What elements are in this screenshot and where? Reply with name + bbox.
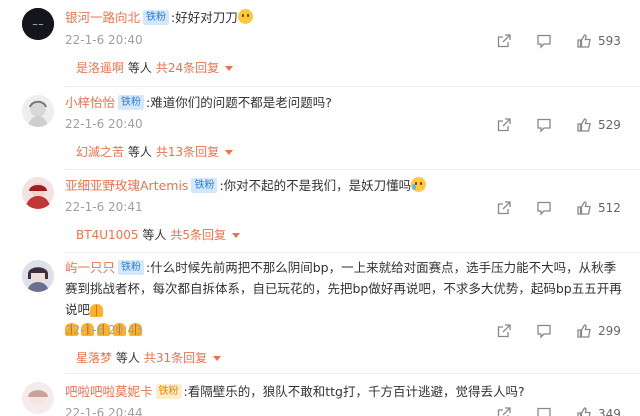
comment-text: 好好对刀刀: [175, 10, 238, 25]
comment-icon[interactable]: [536, 406, 552, 416]
share-icon[interactable]: [496, 200, 512, 216]
like-icon[interactable]: [576, 323, 592, 339]
reply-others: 等人: [127, 61, 152, 75]
divider: [65, 373, 640, 374]
comment-text: 你对不起的不是我们，是妖刀懂吗: [223, 178, 412, 193]
fan-badge: 铁粉: [143, 10, 170, 25]
reply-summary[interactable]: 幻滅之苦 等人 共13条回复: [76, 143, 234, 160]
reply-summary[interactable]: 星落梦 等人 共31条回复: [76, 349, 222, 366]
reply-others: 等人: [127, 145, 152, 159]
timestamp: 22-1-6 20:40: [65, 117, 143, 131]
avatar[interactable]: [22, 260, 54, 292]
share-icon[interactable]: [496, 406, 512, 416]
chevron-down-icon[interactable]: [225, 66, 234, 71]
like-count: 593: [598, 34, 621, 48]
pray-emoji-icon: [90, 301, 106, 317]
timestamp: 22-1-6 20:43: [65, 323, 143, 337]
avatar[interactable]: [22, 382, 54, 414]
reply-total[interactable]: 共31条回复: [144, 351, 207, 365]
username[interactable]: 小梓怡怡: [65, 95, 115, 110]
comment-icon[interactable]: [536, 323, 552, 339]
share-icon[interactable]: [496, 33, 512, 49]
comment-icon[interactable]: [536, 200, 552, 216]
divider: [65, 86, 640, 87]
reply-total[interactable]: 共13条回复: [156, 145, 219, 159]
username[interactable]: 亚细亚野玫瑰Artemis: [65, 178, 188, 193]
like-icon[interactable]: [576, 406, 592, 416]
share-icon[interactable]: [496, 323, 512, 339]
username[interactable]: 屿一只只: [65, 260, 115, 275]
reply-summary[interactable]: 是洛遥啊 等人 共24条回复: [76, 59, 234, 76]
comment-icon[interactable]: [536, 33, 552, 49]
reply-username[interactable]: 幻滅之苦: [76, 145, 124, 159]
fan-badge: 铁粉: [118, 260, 145, 275]
comment-icon[interactable]: [536, 117, 552, 133]
crying-emoji-icon: [411, 177, 427, 192]
like-count: 529: [598, 118, 621, 132]
fan-badge: 铁粉: [155, 384, 182, 399]
like-icon[interactable]: [576, 200, 592, 216]
divider: [65, 252, 640, 253]
comment-text: 难道你们的问题不都是老问题吗?: [150, 95, 332, 110]
reply-username[interactable]: 是洛遥啊: [76, 61, 124, 75]
chevron-down-icon[interactable]: [225, 150, 234, 155]
chevron-down-icon[interactable]: [213, 356, 222, 361]
like-count: 299: [598, 324, 621, 338]
timestamp: 22-1-6 20:40: [65, 33, 143, 47]
reply-total[interactable]: 共24条回复: [156, 61, 219, 75]
reply-username[interactable]: BT4U1005: [76, 228, 139, 242]
comment-text: 看隔壁乐的，狼队不敢和ttg打，千方百计逃避，觉得丢人吗?: [187, 384, 525, 399]
username[interactable]: 银河一路向北: [65, 10, 140, 25]
sweat-smile-emoji-icon: [237, 9, 253, 24]
fan-badge: 铁粉: [191, 178, 218, 193]
chevron-down-icon[interactable]: [232, 233, 241, 238]
timestamp: 22-1-6 20:44: [65, 406, 143, 416]
avatar[interactable]: [22, 177, 54, 209]
reply-others: 等人: [142, 228, 167, 242]
reply-summary[interactable]: BT4U1005 等人 共5条回复: [76, 226, 241, 243]
comment-text: 什么时候先前两把不那么阴间bp，一上来就给对面赛点，选手压力能不大吗，从秋季赛到…: [65, 260, 622, 317]
reply-others: 等人: [115, 351, 140, 365]
divider: [65, 169, 640, 170]
reply-username[interactable]: 星落梦: [76, 351, 112, 365]
reply-total[interactable]: 共5条回复: [170, 228, 226, 242]
like-icon[interactable]: [576, 33, 592, 49]
share-icon[interactable]: [496, 117, 512, 133]
like-count: 512: [598, 201, 621, 215]
fan-badge: 铁粉: [118, 95, 145, 110]
like-count: 349: [598, 407, 621, 416]
like-icon[interactable]: [576, 117, 592, 133]
timestamp: 22-1-6 20:41: [65, 200, 143, 214]
username[interactable]: 吧啦吧啦莫妮卡: [65, 384, 153, 399]
avatar[interactable]: ~~: [22, 8, 54, 40]
svg-text:~~: ~~: [32, 21, 44, 29]
avatar[interactable]: [22, 95, 54, 127]
